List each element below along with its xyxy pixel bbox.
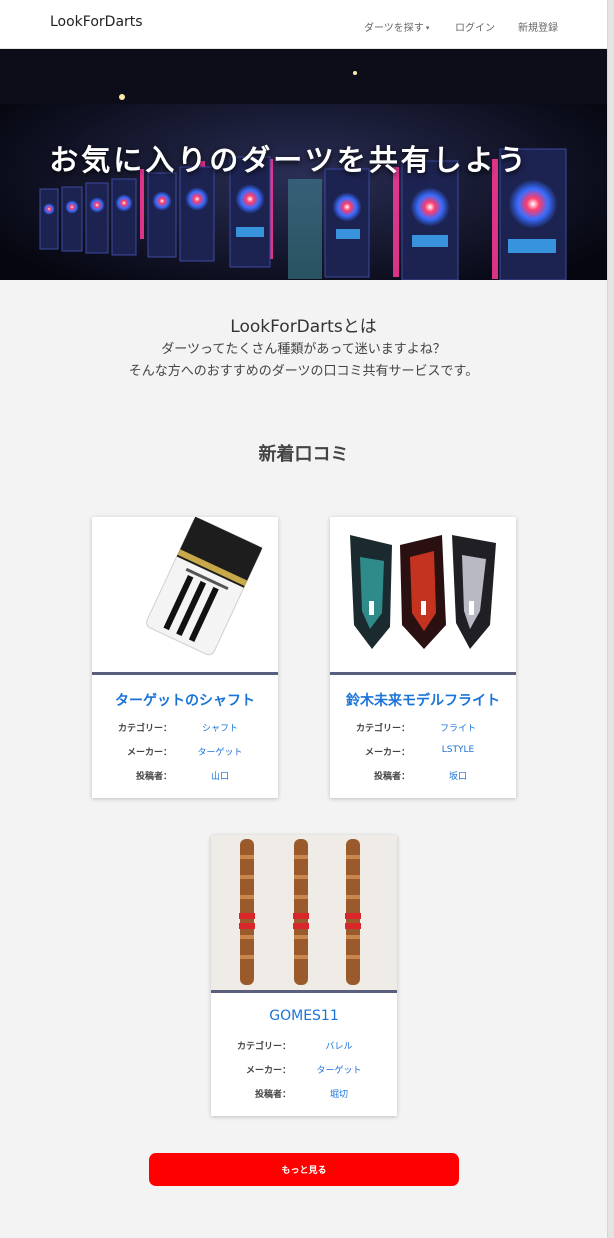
card-category-row: カテゴリー： シャフト xyxy=(92,721,278,735)
nav-search-dropdown[interactable]: ダーツを探す ▾ xyxy=(364,19,429,34)
card-poster-row: 投稿者： 坂口 xyxy=(330,769,516,783)
card-separator xyxy=(211,990,397,993)
category-label: カテゴリー： xyxy=(236,1042,291,1052)
maker-label: メーカー： xyxy=(126,748,172,758)
review-card[interactable]: 鈴木未来モデルフライト カテゴリー： フライト メーカー： LSTYLE 投稿者… xyxy=(330,517,516,798)
maker-label: メーカー： xyxy=(364,748,410,758)
maker-label: メーカー： xyxy=(245,1066,291,1076)
nav-signup-link[interactable]: 新規登録 xyxy=(518,19,558,34)
category-link[interactable]: バレル xyxy=(291,1039,387,1052)
review-image-barrel xyxy=(211,835,397,991)
card-category-row: カテゴリー： バレル xyxy=(211,1039,397,1053)
nav-search-label: ダーツを探す xyxy=(364,23,424,34)
review-title-link[interactable]: 鈴木未来モデルフライト xyxy=(330,690,516,710)
poster-link[interactable]: 堀切 xyxy=(291,1087,387,1100)
card-maker-row: メーカー： ターゲット xyxy=(211,1063,397,1077)
category-link[interactable]: シャフト xyxy=(172,721,268,734)
card-category-row: カテゴリー： フライト xyxy=(330,721,516,735)
top-navbar: LookForDarts ダーツを探す ▾ ログイン 新規登録 xyxy=(0,0,607,49)
poster-label: 投稿者： xyxy=(135,772,172,782)
see-more-button[interactable]: もっと見る xyxy=(149,1153,459,1186)
maker-link[interactable]: LSTYLE xyxy=(410,745,506,755)
poster-label: 投稿者： xyxy=(373,772,410,782)
chevron-down-icon: ▾ xyxy=(425,24,430,32)
brand-logo-link[interactable]: LookForDarts xyxy=(50,14,143,30)
category-label: カテゴリー： xyxy=(117,724,172,734)
category-link[interactable]: フライト xyxy=(410,721,506,734)
nav-login-link[interactable]: ログイン xyxy=(455,19,495,34)
card-maker-row: メーカー： LSTYLE xyxy=(330,745,516,759)
page-scrollbar[interactable] xyxy=(607,0,614,1238)
about-heading: LookForDartsとは xyxy=(230,317,377,337)
review-title-link[interactable]: GOMES11 xyxy=(211,1008,397,1024)
new-reviews-heading: 新着口コミ xyxy=(258,444,349,465)
review-image-shaft xyxy=(92,517,278,673)
review-title-link[interactable]: ターゲットのシャフト xyxy=(92,690,278,710)
poster-label: 投稿者： xyxy=(254,1090,291,1100)
card-poster-row: 投稿者： 山口 xyxy=(92,769,278,783)
review-card[interactable]: GOMES11 カテゴリー： バレル メーカー： ターゲット 投稿者： 堀切 xyxy=(211,835,397,1116)
about-section: LookForDartsとは ダーツってたくさん種類があって迷いますよね？ そん… xyxy=(0,312,607,383)
card-poster-row: 投稿者： 堀切 xyxy=(211,1087,397,1101)
maker-link[interactable]: ターゲット xyxy=(291,1063,387,1076)
about-text-line-2: そんな方へのおすすめのダーツの口コミ共有サービスです。 xyxy=(128,364,479,379)
category-label: カテゴリー： xyxy=(355,724,410,734)
review-image-flight xyxy=(330,517,516,673)
card-separator xyxy=(92,672,278,675)
card-separator xyxy=(330,672,516,675)
review-card[interactable]: ターゲットのシャフト カテゴリー： シャフト メーカー： ターゲット 投稿者： … xyxy=(92,517,278,798)
hero-title: お気に入りのダーツを共有しよう xyxy=(49,143,529,177)
poster-link[interactable]: 山口 xyxy=(172,769,268,782)
hero-banner: お気に入りのダーツを共有しよう xyxy=(0,49,607,280)
maker-link[interactable]: ターゲット xyxy=(172,745,268,758)
about-text-line-1: ダーツってたくさん種類があって迷いますよね？ xyxy=(161,342,446,357)
poster-link[interactable]: 坂口 xyxy=(410,769,506,782)
card-maker-row: メーカー： ターゲット xyxy=(92,745,278,759)
